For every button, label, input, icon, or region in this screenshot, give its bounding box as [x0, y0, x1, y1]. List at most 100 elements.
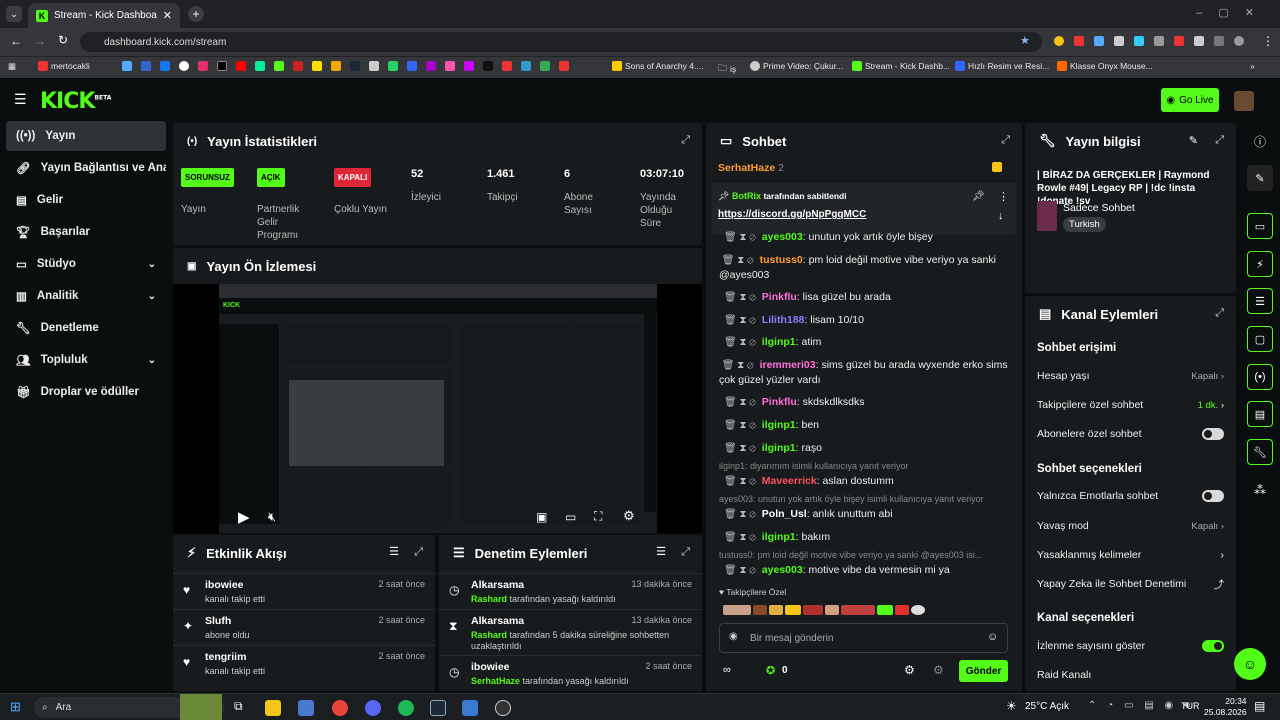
- avatar[interactable]: [1234, 91, 1254, 111]
- pip-icon[interactable]: ▣: [536, 510, 547, 524]
- back-icon[interactable]: ←: [10, 34, 22, 48]
- setting-banned-words[interactable]: Yasaklanmış kelimeler ›: [1037, 545, 1224, 565]
- sidebar-item-stream-key[interactable]: 🔗︎Yayın Bağlantısı ve Anahtar: [6, 153, 166, 183]
- broadcast-icon: (•): [187, 135, 198, 147]
- chat-rules-icon[interactable]: ◉: [729, 631, 738, 642]
- bookmark-icons[interactable]: [122, 61, 569, 71]
- reload-icon[interactable]: ↻: [58, 33, 68, 47]
- file-explorer-icon[interactable]: [265, 700, 281, 716]
- bookmark-mertocakli[interactable]: mertocakli: [38, 61, 90, 71]
- bookmark-hizli-resim[interactable]: Hızlı Resim ve Resi...: [955, 61, 1049, 71]
- sidebar-item-analitik[interactable]: ▥ Analitik ⌄: [6, 281, 166, 311]
- expand-icon[interactable]: ⤢: [414, 546, 423, 559]
- clock[interactable]: 20:34 25.08.2026: [1204, 696, 1247, 718]
- emotes-only-toggle[interactable]: [1202, 490, 1224, 502]
- more-bookmarks-icon[interactable]: »: [1250, 61, 1255, 71]
- channel-icon[interactable]: ▤: [1247, 401, 1273, 427]
- notification-icon[interactable]: ▤: [1254, 699, 1265, 713]
- tray-icons[interactable]: ⌃ ◔ ▭ ▤ ◉ 🔊︎: [1088, 700, 1194, 711]
- chat-message-input[interactable]: Bir mesaj gönderin: [719, 623, 1008, 653]
- steam-icon[interactable]: [430, 700, 446, 716]
- setting-subs-only[interactable]: Abonelere özel sohbet: [1037, 424, 1224, 444]
- infinity-icon[interactable]: ∞: [723, 664, 731, 676]
- forward-icon[interactable]: →: [34, 34, 46, 48]
- broadcast-icon[interactable]: (•): [1247, 364, 1273, 390]
- bookmark-star-icon[interactable]: ★: [1020, 34, 1030, 47]
- extension-icons[interactable]: [1054, 36, 1254, 48]
- url-field[interactable]: dashboard.kick.com/stream: [80, 32, 1042, 52]
- support-chat-icon[interactable]: ☺: [1234, 648, 1266, 680]
- setting-raid[interactable]: Raid Kanalı: [1037, 665, 1224, 685]
- setting-slow-mode[interactable]: Yavaş mod Kapalı ›: [1037, 516, 1224, 536]
- edit-rail-icon[interactable]: ✎: [1247, 165, 1273, 191]
- expand-icon[interactable]: ⤢: [1215, 307, 1224, 320]
- wrench-icon[interactable]: 🔧︎: [1247, 439, 1273, 465]
- wallet-icon[interactable]: ▭: [1247, 213, 1273, 239]
- browser-tab[interactable]: K Stream - Kick Dashboard ✕: [28, 3, 180, 28]
- show-views-toggle[interactable]: [1202, 640, 1224, 652]
- expand-icon[interactable]: ⤢: [1001, 134, 1010, 147]
- mod-settings-icon[interactable]: ⚙: [933, 663, 944, 677]
- chat-settings-icon[interactable]: ⚙: [904, 663, 915, 677]
- expand-icon[interactable]: ⤢: [681, 546, 690, 559]
- subs-only-toggle[interactable]: [1202, 428, 1224, 440]
- bookmark-prime-video[interactable]: Prime Video: Çukur...: [750, 61, 843, 71]
- more-icon[interactable]: ⋮: [998, 190, 1009, 203]
- play-icon[interactable]: ▶: [238, 508, 250, 526]
- setting-emotes-only[interactable]: Yalnızca Emotlarla sohbet: [1037, 486, 1224, 506]
- bookmark-klasse-onyx[interactable]: Klasse Onyx Mouse...: [1057, 61, 1153, 71]
- close-tab-icon[interactable]: ✕: [163, 9, 172, 22]
- discord-icon[interactable]: [365, 700, 381, 716]
- calculator-icon[interactable]: [298, 700, 314, 716]
- bookmark-stream-kick[interactable]: Stream - Kick Dashb...: [852, 61, 950, 71]
- new-tab-icon[interactable]: +: [188, 6, 204, 22]
- emoji-icon[interactable]: ☺: [987, 631, 998, 643]
- integrations-icon[interactable]: ⁂: [1254, 483, 1266, 497]
- input-language[interactable]: TUR: [1181, 701, 1200, 711]
- expand-icon[interactable]: ⤢: [1215, 134, 1224, 147]
- app-icon[interactable]: [462, 700, 478, 716]
- setting-show-views[interactable]: İzlenme sayısını göster: [1037, 636, 1224, 656]
- fullscreen-icon[interactable]: ⛶: [594, 509, 602, 524]
- setting-ai-moderation[interactable]: Yapay Zeka ile Sohbet Denetimi ⤴: [1037, 574, 1224, 594]
- sidebar-item-denetleme[interactable]: 🔧︎ Denetleme: [6, 313, 166, 343]
- collapse-icon[interactable]: ↓: [998, 210, 1004, 222]
- sidebar-item-topluluk[interactable]: 👥︎ Topluluk ⌄: [6, 345, 166, 375]
- edit-icon[interactable]: ✎: [1189, 134, 1198, 147]
- filter-icon[interactable]: ☰: [656, 545, 666, 558]
- lightning-icon[interactable]: ⚡︎: [1247, 251, 1273, 277]
- window-controls[interactable]: –▢✕: [1196, 6, 1270, 19]
- unpin-icon[interactable]: 📌︎: [972, 191, 985, 202]
- tab-list-icon[interactable]: ⌄: [6, 6, 22, 22]
- pinned-link[interactable]: https://discord.gg/pNpPgqMCC: [718, 209, 866, 220]
- settings-icon[interactable]: ⚙: [623, 508, 635, 524]
- mute-icon[interactable]: 🔇︎: [268, 509, 276, 525]
- chrome-icon[interactable]: [332, 700, 348, 716]
- theater-icon[interactable]: ▭: [565, 510, 576, 524]
- send-button[interactable]: Gönder: [959, 660, 1008, 682]
- expand-icon[interactable]: ⤢: [681, 134, 690, 147]
- menu-icon[interactable]: ⋮: [1262, 34, 1274, 48]
- sidebar-item-studyo[interactable]: ▭ Stüdyo ⌄: [6, 249, 166, 279]
- emote-row[interactable]: [723, 602, 1013, 618]
- setting-account-age[interactable]: Hesap yaşı Kapalı ›: [1037, 366, 1224, 386]
- bookmark-sons-of-anarchy[interactable]: Sons of Anarchy 4....: [612, 61, 703, 71]
- task-view-icon[interactable]: ⧉: [234, 699, 243, 714]
- obs-icon[interactable]: [495, 700, 511, 716]
- sidebar-item-droplar[interactable]: 🎁︎ Droplar ve ödüller: [6, 377, 166, 407]
- setting-followers-only[interactable]: Takipçilere özel sohbet 1 dk. ›: [1037, 395, 1224, 415]
- filter-icon[interactable]: ☰: [389, 545, 399, 558]
- list-icon[interactable]: ☰: [1247, 288, 1273, 314]
- chat-bubble-icon[interactable]: ▢: [1247, 326, 1273, 352]
- hamburger-menu-icon[interactable]: ☰: [14, 91, 27, 108]
- sidebar-item-gelir[interactable]: ▤ Gelir: [6, 185, 166, 215]
- apps-grid-icon[interactable]: ▦: [8, 61, 16, 72]
- kick-logo[interactable]: KICKBETA: [40, 89, 111, 114]
- bookmark-folder-is[interactable]: 🗀 iş: [718, 61, 736, 77]
- windows-start-icon[interactable]: ⊞: [10, 699, 21, 715]
- sidebar-item-yayin[interactable]: ((•)) Yayın: [6, 121, 166, 151]
- go-live-button[interactable]: ◉ Go Live: [1161, 88, 1219, 112]
- sidebar-item-basarilar[interactable]: 🏆︎ Başarılar: [6, 217, 166, 247]
- spotify-icon[interactable]: [398, 700, 414, 716]
- info-icon[interactable]: ⓘ: [1254, 133, 1266, 150]
